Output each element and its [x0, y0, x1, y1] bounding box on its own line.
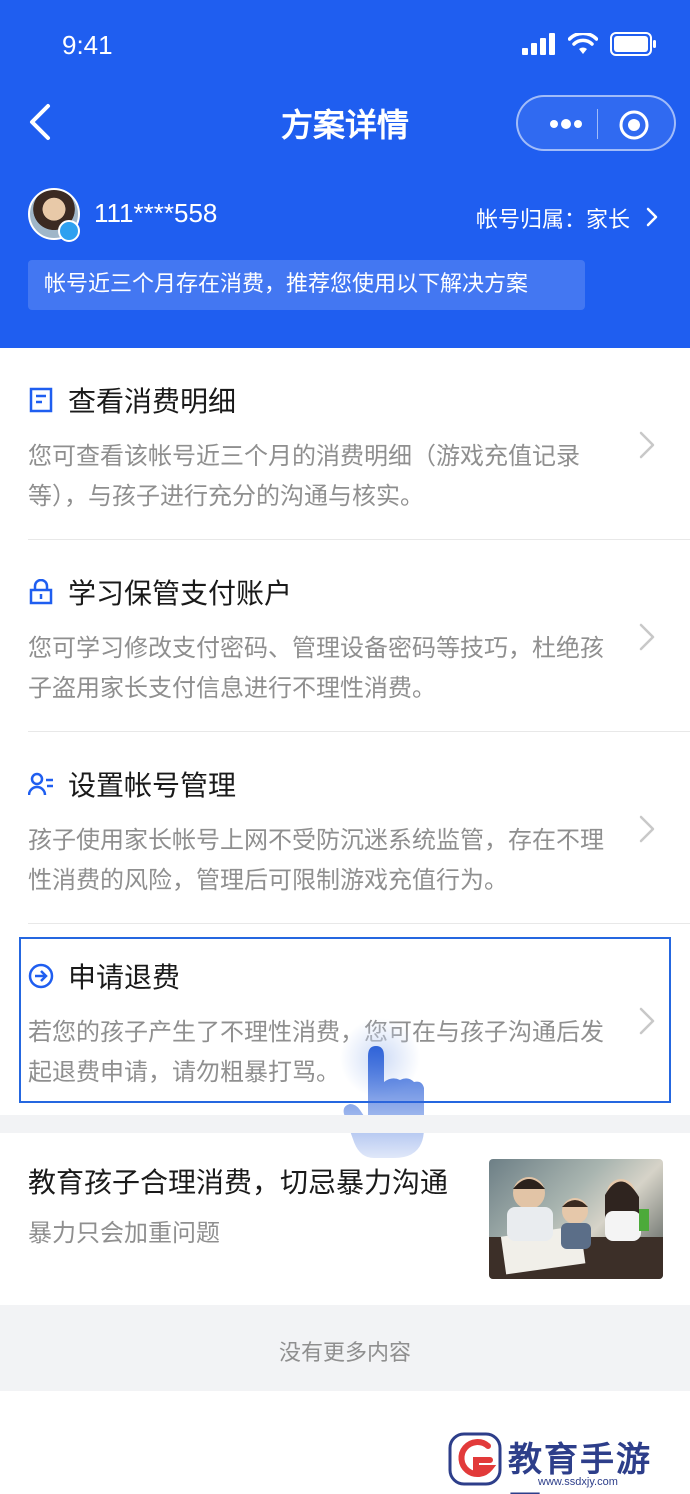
avatar-badge-icon — [58, 220, 80, 242]
user-manage-icon — [28, 772, 53, 796]
item-title-row: 学习保管支付账户 — [28, 572, 292, 612]
list-item-consumption-detail[interactable]: 查看消费明细 您可查看该帐号近三个月的消费明细（游戏充值记录等），与孩子进行充分… — [0, 380, 690, 520]
list-item-account-management[interactable]: 设置帐号管理 孩子使用家长帐号上网不受防沉迷系统监管，存在不理性消费的风险，管理… — [0, 764, 690, 904]
chevron-right-icon — [639, 1007, 655, 1035]
status-icons — [522, 32, 658, 56]
family-illustration — [489, 1177, 663, 1279]
watermark-url: www.ssdxjy.com — [538, 1476, 618, 1488]
article-thumbnail — [489, 1159, 663, 1279]
item-title-row: 设置帐号管理 — [28, 764, 236, 804]
item-description: 孩子使用家长帐号上网不受防沉迷系统监管，存在不理性消费的风险，管理后可限制游戏充… — [28, 826, 604, 894]
chevron-right-icon — [646, 207, 658, 227]
status-bar: 9:41 — [0, 0, 690, 90]
article-title: 教育孩子合理消费，切忌暴力沟通 — [28, 1166, 449, 1199]
account-id: 111****558 — [94, 198, 218, 228]
item-description: 若您的孩子产生了不理性消费，您可在与孩子沟通后发起退费申请，请勿粗暴打骂。 — [28, 1018, 604, 1086]
capsule-divider — [597, 109, 598, 139]
signal-icon — [522, 33, 555, 55]
divider — [28, 539, 690, 540]
site-watermark: 教育手游网 www.ssdxjy.com — [446, 1430, 686, 1494]
chevron-right-icon — [639, 431, 655, 459]
article-card[interactable]: 教育孩子合理消费，切忌暴力沟通 暴力只会加重问题 — [0, 1133, 690, 1305]
list-item-payment-account[interactable]: 学习保管支付账户 您可学习修改支付密码、管理设备密码等技巧，杜绝孩子盗用家长支付… — [0, 572, 690, 712]
item-title-row: 申请退费 — [28, 956, 180, 996]
item-title-row: 查看消费明细 — [28, 380, 236, 420]
document-icon — [29, 387, 53, 413]
no-more-content: 没有更多内容 — [278, 1341, 411, 1366]
header: 9:41 方案详情 111****558 帐号归属：家长 帐号近三个月存在消费，… — [0, 0, 690, 348]
account-row[interactable]: 111****558 帐号归属：家长 — [0, 186, 690, 246]
nav-bar: 方案详情 — [0, 90, 690, 154]
item-title: 查看消费明细 — [68, 385, 237, 418]
account-owner: 帐号归属：家长 — [475, 208, 630, 233]
footer-band: 没有更多内容 — [0, 1305, 690, 1391]
item-description: 您可学习修改支付密码、管理设备密码等技巧，杜绝孩子盗用家长支付信息进行不理性消费… — [28, 634, 604, 702]
article-subtitle: 暴力只会加重问题 — [28, 1219, 220, 1247]
status-time: 9:41 — [62, 30, 113, 60]
mini-program-capsule — [516, 95, 676, 151]
chevron-right-icon — [639, 815, 655, 843]
item-title: 申请退费 — [68, 961, 181, 994]
section-gap — [0, 1115, 690, 1133]
divider — [28, 923, 690, 924]
divider — [28, 731, 690, 732]
item-description: 您可查看该帐号近三个月的消费明细（游戏充值记录等），与孩子进行充分的沟通与核实。 — [28, 442, 580, 510]
item-title: 设置帐号管理 — [68, 769, 237, 802]
battery-icon — [610, 32, 656, 56]
chevron-right-icon — [639, 623, 655, 651]
wifi-icon — [568, 33, 598, 54]
item-title: 学习保管支付账户 — [68, 577, 293, 610]
more-icon[interactable] — [536, 111, 596, 137]
lock-icon — [29, 579, 53, 605]
arrow-circle-icon — [28, 963, 54, 989]
close-target-icon[interactable] — [618, 109, 650, 141]
watermark-logo-icon — [448, 1432, 502, 1486]
recommend-banner: 帐号近三个月存在消费，推荐您使用以下解决方案 — [28, 260, 585, 310]
